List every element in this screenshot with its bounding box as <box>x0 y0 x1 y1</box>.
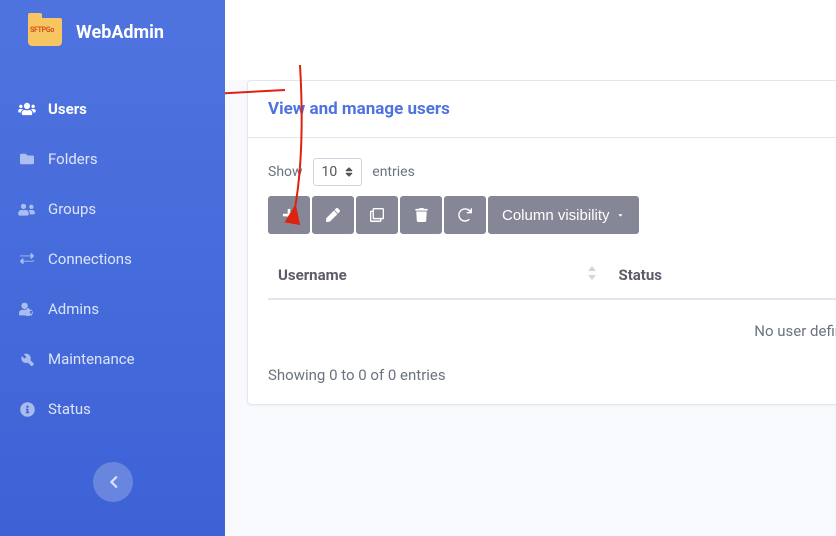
caret-down-icon <box>616 212 625 218</box>
admin-icon <box>18 301 36 317</box>
entries-label: entries <box>372 164 415 180</box>
users-card: View and manage users Show 10 entries <box>247 80 836 405</box>
sidebar-item-folders[interactable]: Folders <box>0 134 225 184</box>
sidebar-item-maintenance[interactable]: Maintenance <box>0 334 225 384</box>
column-header-status[interactable]: Status <box>608 252 836 299</box>
edit-button[interactable] <box>312 196 354 234</box>
refresh-icon <box>458 208 472 222</box>
card-body: Show 10 entries <box>248 138 836 404</box>
sidebar-item-admins[interactable]: Admins <box>0 284 225 334</box>
folder-icon <box>18 151 36 167</box>
clone-icon <box>370 208 384 222</box>
trash-icon <box>415 208 428 222</box>
entries-row: Show 10 entries <box>268 158 836 186</box>
groups-icon <box>18 201 36 217</box>
info-icon <box>18 401 36 417</box>
column-header-username[interactable]: Username <box>268 252 608 299</box>
column-visibility-button[interactable]: Column visibility <box>488 196 639 234</box>
sidebar-item-label: Admins <box>48 300 99 318</box>
entries-select[interactable]: 10 <box>313 158 363 186</box>
show-label: Show <box>268 164 303 180</box>
pencil-icon <box>326 208 340 222</box>
sidebar-item-label: Users <box>48 100 87 118</box>
refresh-button[interactable] <box>444 196 486 234</box>
column-label: Status <box>618 266 662 284</box>
card-header: View and manage users <box>248 81 836 138</box>
column-label: Username <box>278 266 347 284</box>
sidebar-item-label: Maintenance <box>48 350 135 368</box>
toolbar-buttons: Column visibility <box>268 196 836 234</box>
card-title: View and manage users <box>268 99 836 119</box>
chevron-left-icon <box>108 475 118 489</box>
topbar <box>225 0 836 80</box>
sort-icon <box>345 166 353 178</box>
users-table: Username Status No user define <box>268 252 836 366</box>
column-visibility-label: Column visibility <box>502 207 610 224</box>
clone-button[interactable] <box>356 196 398 234</box>
main-content: View and manage users Show 10 entries <box>225 0 836 536</box>
brand: SFTPGo WebAdmin <box>0 0 225 64</box>
users-icon <box>18 101 36 117</box>
sidebar-item-label: Folders <box>48 150 98 168</box>
connections-icon <box>18 251 36 267</box>
sidebar-nav: Users Folders Groups Connections Admins <box>0 84 225 434</box>
sidebar-item-label: Status <box>48 400 91 418</box>
brand-logo-text: SFTPGo <box>30 26 54 34</box>
add-button[interactable] <box>268 196 310 234</box>
plus-icon <box>282 208 296 222</box>
table-footer-info: Showing 0 to 0 of 0 entries <box>268 366 836 384</box>
wrench-icon <box>18 351 36 367</box>
sidebar-item-groups[interactable]: Groups <box>0 184 225 234</box>
sidebar-item-connections[interactable]: Connections <box>0 234 225 284</box>
sidebar-item-label: Groups <box>48 200 96 218</box>
sidebar-collapse-button[interactable] <box>93 462 133 502</box>
sidebar-item-status[interactable]: Status <box>0 384 225 434</box>
sidebar: SFTPGo WebAdmin Users Folders Groups <box>0 0 225 536</box>
sidebar-item-users[interactable]: Users <box>0 84 225 134</box>
delete-button[interactable] <box>400 196 442 234</box>
sort-icon <box>588 266 598 280</box>
sidebar-item-label: Connections <box>48 250 132 268</box>
table-empty: No user define <box>268 299 836 366</box>
brand-logo: SFTPGo <box>28 18 62 46</box>
brand-title: WebAdmin <box>76 22 164 43</box>
entries-selected: 10 <box>322 164 338 180</box>
